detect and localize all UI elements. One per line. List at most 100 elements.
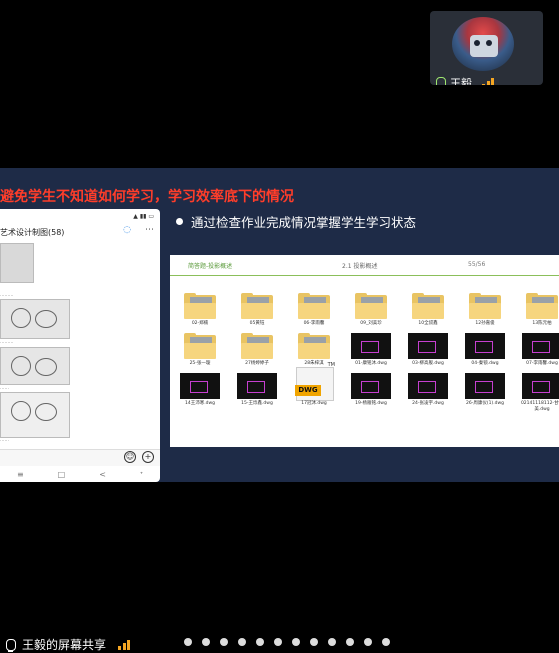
file-name: 09_刘美珍: [360, 321, 382, 326]
dwg-thumbnail-icon: [408, 373, 448, 399]
folder-icon: [184, 333, 216, 359]
file-item[interactable]: DWG TM 17冠沐.dwg: [292, 362, 336, 413]
phone-screenshot: ▲ ▮▮ ▭ 艺术设计制图(58) ◌ ⋯ ⋯⋯⋯ ⋯⋯⋯ ⋯⋯ ⋯⋯ ☺ + ≡…: [0, 209, 160, 482]
phone-status-icons: ▲ ▮▮ ▭: [133, 213, 154, 220]
avatar: [452, 17, 514, 71]
folder-icon: [184, 293, 216, 319]
accessibility-nav-icon: ᐩ: [139, 469, 143, 479]
file-item[interactable]: 04-秦锁.dwg: [463, 333, 507, 373]
folder-icon: [469, 293, 501, 319]
dwg-file-icon: DWG TM: [295, 362, 335, 401]
signal-strength-icon: [482, 78, 494, 85]
folder-icon: [241, 333, 273, 359]
refresh-icon: ◌: [123, 225, 131, 235]
file-name: 15-王烁鑫.dwg: [241, 401, 273, 406]
dwg-thumbnail-icon: [522, 373, 559, 399]
file-name: 27杨婷婷子: [245, 361, 269, 366]
dwg-thumbnail-icon: [351, 373, 391, 399]
file-name: 06-李雨馨: [303, 321, 325, 326]
file-name: 19-杨雁铭.dwg: [355, 401, 387, 406]
file-item[interactable]: 19-杨雁铭.dwg: [349, 373, 393, 413]
file-item[interactable]: 07-李雨馨.dwg: [520, 333, 559, 373]
page-indicator: 55/56: [468, 261, 486, 268]
file-item[interactable]: 14王沛寒.dwg: [178, 373, 222, 413]
file-name: 05黄钰: [249, 321, 265, 326]
screen-share-bar: 王毅的屏幕共享: [6, 636, 131, 653]
file-name: 10全叔鑫: [418, 321, 438, 326]
folder-icon: [298, 333, 330, 359]
file-name: 01-康铭沐.dwg: [355, 361, 387, 366]
phone-msg-label: ⋯⋯⋯: [0, 341, 14, 346]
home-nav-icon: □: [57, 469, 66, 479]
menu-nav-icon: ≡: [16, 469, 24, 479]
phone-header-icons: ◌ ⋯: [123, 225, 154, 235]
phone-image-thumb: [0, 299, 70, 339]
emoji-icon: ☺: [124, 451, 136, 463]
file-name: 07-李雨馨.dwg: [526, 361, 558, 366]
page-dots[interactable]: [184, 638, 390, 646]
slide-bullet: 通过检查作业完成情况掌握学生学习状态: [176, 212, 416, 231]
participant-name: 王毅: [450, 77, 472, 85]
dwg-thumbnail-icon: [351, 333, 391, 359]
microphone-icon: [436, 77, 446, 85]
bullet-dot-icon: [176, 218, 183, 225]
file-name: 04-秦锁.dwg: [471, 361, 499, 366]
back-nav-icon: <: [99, 469, 106, 479]
phone-chat-title: 艺术设计制图(58): [0, 228, 65, 237]
file-item[interactable]: 01-康铭沐.dwg: [349, 333, 393, 373]
phone-image-thumb: [0, 392, 70, 438]
file-item[interactable]: 06-李雨馨: [292, 293, 336, 333]
folder-icon: [526, 293, 558, 319]
file-name: 26-周康仪(1).dwg: [465, 401, 505, 406]
participant-name-bar: 王毅: [436, 75, 494, 85]
breadcrumb: 简答题-投影概述 2.1 投影概述 55/56: [170, 255, 559, 276]
breadcrumb-mid: 2.1 投影概述: [342, 263, 378, 270]
phone-input-bar: ☺ +: [0, 449, 160, 466]
file-item[interactable]: 15-王烁鑫.dwg: [235, 373, 279, 413]
file-name: 03-柳高舰.dwg: [412, 361, 444, 366]
folder-icon: [298, 293, 330, 319]
dwg-thumbnail-icon: [408, 333, 448, 359]
dwg-thumbnail-icon: [465, 373, 505, 399]
file-item[interactable]: 02-郑楠: [178, 293, 222, 333]
file-item[interactable]: 05黄钰: [235, 293, 279, 333]
file-name: 24-张凌宇.dwg: [412, 401, 444, 406]
phone-image-thumb: [0, 243, 34, 283]
file-name: 14王沛寒.dwg: [184, 401, 216, 406]
slide-bullet-text: 通过检查作业完成情况掌握学生学习状态: [191, 215, 417, 230]
file-item[interactable]: 09_刘美珍: [349, 293, 393, 333]
add-icon: +: [142, 451, 154, 463]
phone-image-thumb: [0, 347, 70, 385]
dwg-thumbnail-icon: [465, 333, 505, 359]
file-name: 02141118112-甘健美.dwg: [520, 401, 559, 412]
file-item[interactable]: 12孙嘉俊: [463, 293, 507, 333]
file-item[interactable]: 02141118112-甘健美.dwg: [520, 373, 559, 413]
folder-icon: [412, 293, 444, 319]
slide-title: 避免学生不知道如何学习，学习效率底下的情况: [0, 189, 294, 205]
screen-share-label: 王毅的屏幕共享: [22, 638, 107, 652]
breadcrumb-left: 简答题-投影概述: [188, 263, 233, 270]
dwg-thumbnail-icon: [522, 333, 559, 359]
file-name: 12孙嘉俊: [475, 321, 495, 326]
file-browser-panel: 简答题-投影概述 2.1 投影概述 55/56 02-郑楠 05黄钰 06-李雨馨 0…: [170, 255, 559, 447]
file-name: 17冠沐.dwg: [301, 401, 327, 406]
file-item[interactable]: 13陈元柏: [520, 293, 559, 333]
folder-icon: [241, 293, 273, 319]
more-icon: ⋯: [145, 225, 154, 235]
file-item[interactable]: 25-张一璇: [178, 333, 222, 373]
phone-msg-label: ⋯⋯: [0, 439, 9, 444]
file-name: 13陈元柏: [532, 321, 552, 326]
file-item[interactable]: 24-张凌宇.dwg: [406, 373, 450, 413]
phone-nav-bar: ≡ □ < ᐩ: [0, 467, 160, 481]
signal-strength-icon: [118, 639, 131, 650]
file-item[interactable]: 10全叔鑫: [406, 293, 450, 333]
folder-icon: [355, 293, 387, 319]
file-item[interactable]: 27杨婷婷子: [235, 333, 279, 373]
file-item[interactable]: 26-周康仪(1).dwg: [463, 373, 507, 413]
microphone-icon: [6, 638, 16, 652]
participant-tile[interactable]: 王毅: [430, 11, 543, 85]
file-name: 02-郑楠: [191, 321, 209, 326]
file-item[interactable]: 03-柳高舰.dwg: [406, 333, 450, 373]
dwg-thumbnail-icon: [237, 373, 277, 399]
dwg-thumbnail-icon: [180, 373, 220, 399]
